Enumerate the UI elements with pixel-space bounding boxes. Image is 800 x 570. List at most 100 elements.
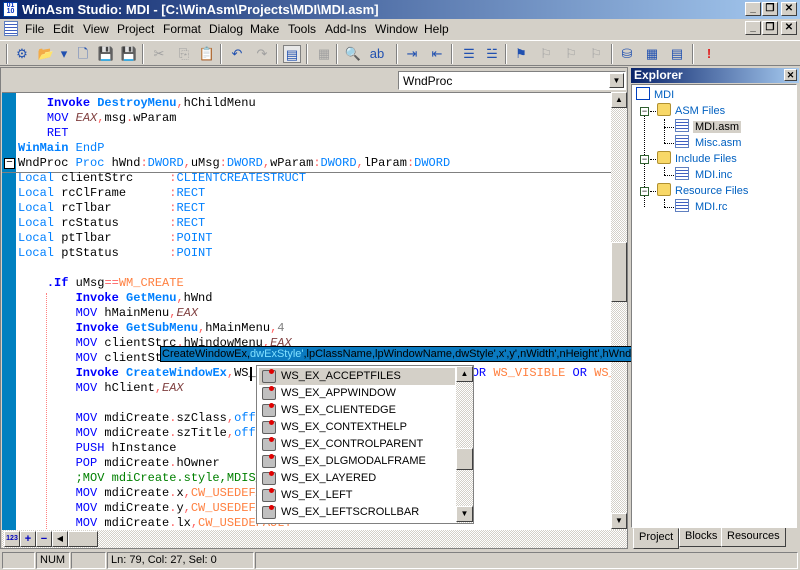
scroll-up-icon[interactable]: ▲ [611,92,627,108]
redo-icon[interactable]: ↷ [253,45,271,63]
new-project-icon[interactable]: ⚙ [13,45,31,63]
save-icon[interactable]: 💾 [97,45,115,63]
copy-icon[interactable]: ⎘ [175,45,193,63]
outdent-icon[interactable]: ⇤ [428,45,446,63]
project-icon [636,87,650,100]
indent-icon[interactable]: ⇥ [403,45,421,63]
autocomplete-scrollbar[interactable]: ▲ ▼ [456,366,473,523]
code-token: Local [18,231,55,245]
paste-icon[interactable]: 📋 [198,45,216,63]
collapse-icon[interactable]: − [4,157,15,169]
autocomplete-item[interactable]: WS_EX_ACCEPTFILES [259,368,455,385]
autocomplete-item[interactable]: WS_EX_DLGMODALFRAME [259,453,455,470]
tree-project[interactable]: MDI [636,87,674,103]
tree-folder[interactable]: Include Files [657,151,737,167]
menu-file[interactable]: File [25,22,44,36]
close-icon[interactable]: ✕ [784,69,797,81]
status-panel-empty [255,552,798,569]
comment-icon[interactable]: ☰ [460,45,478,63]
code-line: Invoke DestroyMenu,hChildMenu [18,96,256,111]
scroll-down-icon[interactable]: ▼ [456,506,473,522]
autocomplete-item[interactable]: WS_EX_LEFTSCROLLBAR [259,504,455,521]
code-token: EndP [75,141,105,155]
code-token: EAX [176,306,199,320]
explorer-title: Explorer [631,68,799,83]
autocomplete-item[interactable]: WS_EX_LEFT [259,487,455,504]
line-numbers-button[interactable]: 123 [4,531,20,547]
scroll-thumb[interactable] [456,448,473,470]
expand-all-button[interactable]: + [20,531,36,547]
find-icon[interactable]: 🔍 [344,45,362,63]
cut-icon[interactable]: ✂ [150,45,168,63]
menu-make[interactable]: Make [250,22,279,36]
tree-file[interactable]: Misc.asm [675,135,743,151]
menu-project[interactable]: Project [117,22,154,36]
bookmark-toggle-icon[interactable]: ⚑ [512,45,530,63]
bookmark-next-icon[interactable]: ⚐ [537,45,555,63]
menu-tools[interactable]: Tools [288,22,316,36]
close-button[interactable]: ✕ [781,2,797,16]
autocomplete-list[interactable]: WS_EX_ACCEPTFILES WS_EX_APPWINDOW WS_EX_CL… [256,365,474,524]
procedure-combo[interactable]: WndProc ▼ [398,71,626,90]
save-all-icon[interactable]: 💾 [120,45,138,63]
menu-format[interactable]: Format [163,22,201,36]
code-token: PUSH [75,441,105,455]
document-icon[interactable] [4,21,18,36]
undo-icon[interactable]: ↶ [228,45,246,63]
open-icon[interactable]: 📂 [37,45,55,63]
collapse-all-button[interactable]: − [36,531,52,547]
bookmark-clear-icon[interactable]: ⚐ [587,45,605,63]
mdi-minimize-button[interactable]: _ [745,21,761,35]
uncomment-icon[interactable]: ☱ [483,45,501,63]
collapse-icon[interactable]: − [640,107,649,116]
replace-icon[interactable]: ab [368,45,386,63]
menu-help[interactable]: Help [424,22,449,36]
toggle-view-icon[interactable]: ▤ [283,45,301,63]
tab-blocks[interactable]: Blocks [679,528,724,547]
code-token: , [176,291,184,305]
winasm-icon[interactable]: 01 10 [3,2,18,17]
tree-file[interactable]: MDI.rc [675,199,729,215]
autocomplete-item[interactable]: WS_EX_CONTEXTHELP [259,419,455,436]
scroll-left-icon[interactable]: ◀ [52,531,68,547]
build-icon[interactable]: ▦ [643,45,661,63]
chevron-down-icon[interactable]: ▼ [609,73,624,88]
autocomplete-item[interactable]: WS_EX_LAYERED [259,470,455,487]
tree-folder[interactable]: ASM Files [657,103,725,119]
menu-window[interactable]: Window [375,22,418,36]
properties-icon[interactable]: ▦ [315,45,333,63]
new-file-icon[interactable]: 🗋 [74,45,92,63]
menu-edit[interactable]: Edit [53,22,74,36]
tab-project[interactable]: Project [633,528,680,549]
project-tree[interactable]: MDI − ASM Files MDI.asm Misc.asm − Include Fi… [631,84,797,528]
autocomplete-item[interactable]: WS_EX_CLIENTEDGE [259,402,455,419]
menu-add-ins[interactable]: Add-Ins [325,22,366,36]
mdi-close-button[interactable]: ✕ [781,21,797,35]
tree-file[interactable]: MDI.asm [675,119,741,135]
scroll-up-icon[interactable]: ▲ [456,366,473,382]
autocomplete-label: WS_EX_CONTROLPARENT [281,438,424,450]
mdi-restore-button[interactable]: ❐ [762,21,778,35]
menu-view[interactable]: View [83,22,109,36]
vertical-scrollbar[interactable]: ▲ ▼ [611,92,627,530]
restore-button[interactable]: ❐ [762,2,778,16]
run-icon[interactable]: ! [700,45,718,63]
horizontal-scroll-thumb[interactable] [68,531,98,547]
scroll-down-icon[interactable]: ▼ [611,513,627,529]
collapse-icon[interactable]: − [640,155,649,164]
dropdown-icon[interactable]: ▾ [60,45,68,63]
go-icon[interactable]: ▤ [668,45,686,63]
menu-dialog[interactable]: Dialog [209,22,243,36]
minimize-button[interactable]: _ [745,2,761,16]
autocomplete-item[interactable]: WS_EX_APPWINDOW [259,385,455,402]
tab-resources[interactable]: Resources [721,528,786,547]
tree-file[interactable]: MDI.inc [675,167,734,183]
collapse-icon[interactable]: − [640,187,649,196]
tree-folder[interactable]: Resource Files [657,183,748,199]
assemble-icon[interactable]: ⛁ [618,45,636,63]
bookmark-prev-icon[interactable]: ⚐ [562,45,580,63]
scroll-thumb[interactable] [611,242,627,302]
autocomplete-item[interactable]: WS_EX_CONTROLPARENT [259,436,455,453]
